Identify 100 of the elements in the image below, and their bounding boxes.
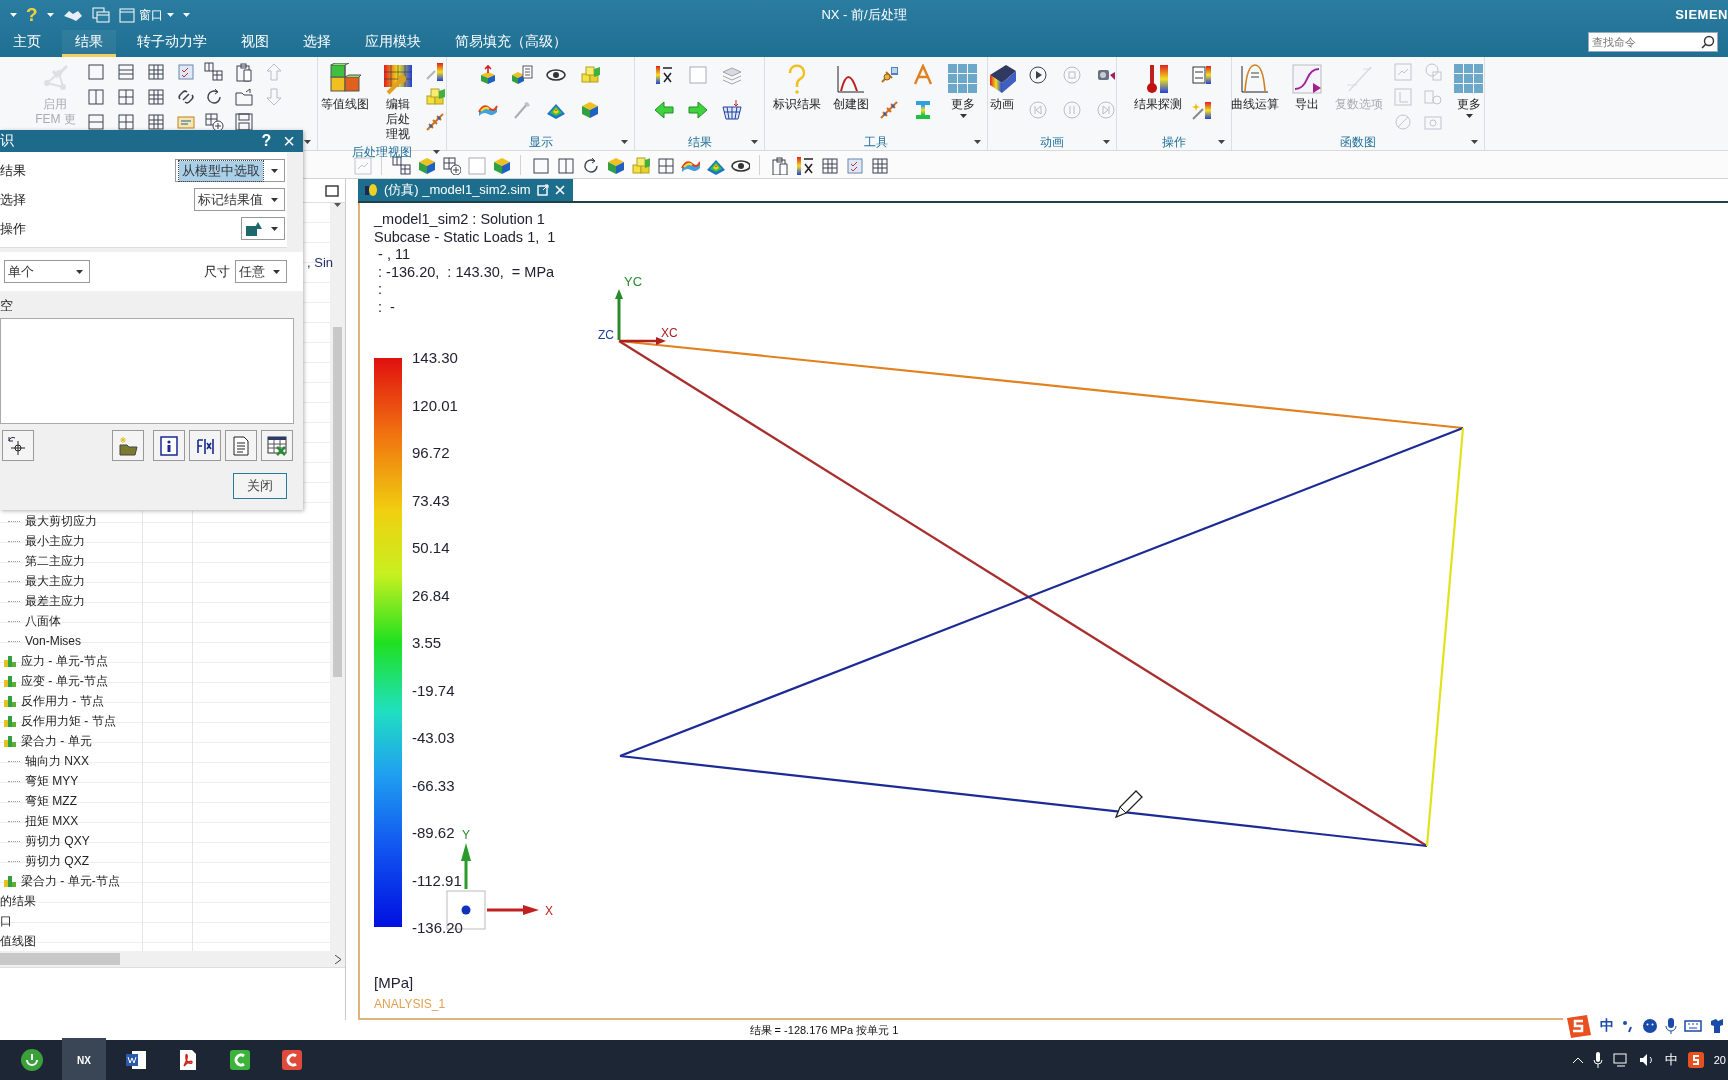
ribbon-button[interactable]: 更多 [944, 61, 982, 120]
punctuation-icon[interactable] [1621, 1019, 1635, 1033]
close-button[interactable]: 关闭 [233, 473, 287, 499]
input-method-indicator[interactable]: 中 [1664, 1051, 1678, 1069]
search-field[interactable]: 查找命令 [1588, 32, 1718, 52]
tree-row[interactable]: 最差主应力 [0, 591, 330, 611]
open-folder-button[interactable] [112, 430, 144, 461]
caret-icon [1465, 114, 1473, 118]
result-folder-icon [3, 674, 17, 688]
expand-icon [1218, 140, 1225, 144]
dropdown[interactable]: 任意 [235, 260, 287, 283]
tree-row[interactable]: 梁合力 - 单元 [0, 731, 330, 751]
ribbon-button[interactable]: 导出 [1288, 61, 1326, 114]
reset-point-button[interactable] [2, 430, 34, 461]
tree-row[interactable]: 扭矩 MXX [0, 811, 330, 831]
tree-row[interactable]: 第二主应力 [0, 551, 330, 571]
grid-select-icon[interactable] [202, 61, 225, 83]
tree-row[interactable]: 最大剪切应力 [0, 511, 330, 531]
caret-icon [76, 269, 83, 274]
scrollbar-thumb[interactable] [333, 327, 342, 677]
tree-row[interactable]: 弯矩 MZZ [0, 791, 330, 811]
menu-tab[interactable]: 转子动力学 [124, 30, 220, 57]
tree-row[interactable]: 应变 - 单元-节点 [0, 671, 330, 691]
tree-row[interactable]: 弯矩 MYY [0, 771, 330, 791]
clock[interactable]: 20 [1713, 1054, 1726, 1066]
menu-tab[interactable]: 选择 [290, 30, 344, 57]
tree-row[interactable]: 八面体 [0, 611, 330, 631]
tree-row[interactable]: 反作用力 - 节点 [0, 691, 330, 711]
tree-row[interactable]: 剪切力 QXY [0, 831, 330, 851]
grid-add-icon[interactable] [441, 154, 461, 175]
formula-button[interactable] [189, 430, 221, 461]
clipboard-icon[interactable] [769, 154, 789, 175]
dropdown[interactable]: 从模型中选取 [175, 159, 285, 182]
legend-icon[interactable] [794, 154, 814, 175]
grid-add-icon[interactable] [202, 111, 225, 133]
ribbon-button[interactable]: 结果探测 [1131, 61, 1185, 114]
microphone-icon[interactable] [1665, 1018, 1677, 1034]
menu-tab[interactable]: 应用模块 [352, 30, 434, 57]
folder-icon[interactable] [232, 86, 255, 108]
legend-value: 50.14 [412, 539, 451, 556]
ribbon-button[interactable]: 等值线图 [318, 61, 372, 114]
close-icon[interactable] [554, 185, 565, 195]
beam-icon[interactable] [424, 111, 446, 133]
dropdown[interactable]: 标记结果值 [194, 188, 285, 211]
tree-row[interactable]: 口 [0, 911, 330, 931]
legend-value: 3.55 [412, 634, 443, 651]
cubes-icon[interactable] [424, 86, 446, 108]
tree-row[interactable]: 梁合力 - 单元-节点 [0, 871, 330, 891]
tree-row[interactable]: 应力 - 单元-节点 [0, 651, 330, 671]
tree-row[interactable]: Von-Mises [0, 631, 330, 651]
group-label: 显示 [528, 133, 553, 151]
spreadsheet-button[interactable] [261, 430, 293, 461]
skin-icon[interactable] [1709, 1018, 1725, 1034]
menu-tab[interactable]: 主页 [0, 30, 54, 57]
app-icon [280, 1048, 304, 1072]
origin-icon [461, 905, 471, 915]
sogou-icon[interactable] [1687, 1052, 1704, 1068]
emoji-icon[interactable] [1642, 1018, 1658, 1034]
field-label: 结果 [0, 161, 26, 180]
more-grid-icon [1453, 63, 1485, 95]
tree-row[interactable]: 的结果 [0, 891, 330, 911]
undock-icon[interactable] [536, 184, 549, 196]
windows-icon[interactable] [91, 7, 110, 23]
search-icon[interactable] [1701, 35, 1715, 49]
dropdown[interactable]: 单个 [4, 260, 90, 283]
ribbon-button[interactable]: 创建图 [830, 61, 872, 114]
legend-edit-icon[interactable] [424, 61, 446, 83]
result-folder-icon [3, 874, 17, 888]
tree-row[interactable]: 剪切力 QXZ [0, 851, 330, 871]
scrollbar-thumb[interactable] [0, 953, 120, 965]
keyboard-icon[interactable] [1684, 1020, 1702, 1032]
scroll-right-icon[interactable] [335, 954, 341, 964]
volume-icon[interactable] [1638, 1053, 1655, 1067]
save-icon[interactable] [232, 111, 255, 133]
network-icon[interactable] [1612, 1053, 1629, 1067]
dropdown[interactable] [241, 217, 285, 240]
input-mode[interactable]: 中 [1600, 1017, 1614, 1035]
ribbon-button[interactable]: 标识结果 [770, 61, 824, 114]
info-button[interactable] [153, 430, 185, 461]
tree-row[interactable]: 最小主应力 [0, 531, 330, 551]
cubes-icon[interactable] [630, 154, 650, 175]
window-menu[interactable]: 窗口 [118, 6, 174, 24]
menu-tab[interactable]: 简易填充（高级） [442, 30, 580, 57]
ribbon-button[interactable]: 动画 [983, 61, 1021, 114]
menu-tab[interactable]: 视图 [228, 30, 282, 57]
restore-icon[interactable] [325, 184, 339, 197]
info-icon [158, 434, 180, 457]
document-app-icon [124, 1048, 148, 1072]
help-icon[interactable]: ? [261, 132, 272, 150]
tree-row[interactable]: 最大主应力 [0, 571, 330, 591]
handshake-icon[interactable] [62, 8, 83, 22]
ribbon-button[interactable]: 编辑后处理视 [378, 61, 418, 144]
close-icon[interactable]: × [283, 131, 295, 151]
ribbon-button[interactable]: 曲线运算 [1228, 61, 1282, 114]
microphone-icon[interactable] [1592, 1052, 1603, 1068]
tree-row[interactable]: 轴向力 NXX [0, 751, 330, 771]
ribbon-button[interactable]: 更多 [1450, 61, 1488, 120]
document-tab[interactable]: (仿真) _model1_sim2.sim [358, 179, 573, 201]
tree-row[interactable]: 反作用力矩 - 节点 [0, 711, 330, 731]
chevron-up-icon[interactable] [1572, 1057, 1583, 1063]
